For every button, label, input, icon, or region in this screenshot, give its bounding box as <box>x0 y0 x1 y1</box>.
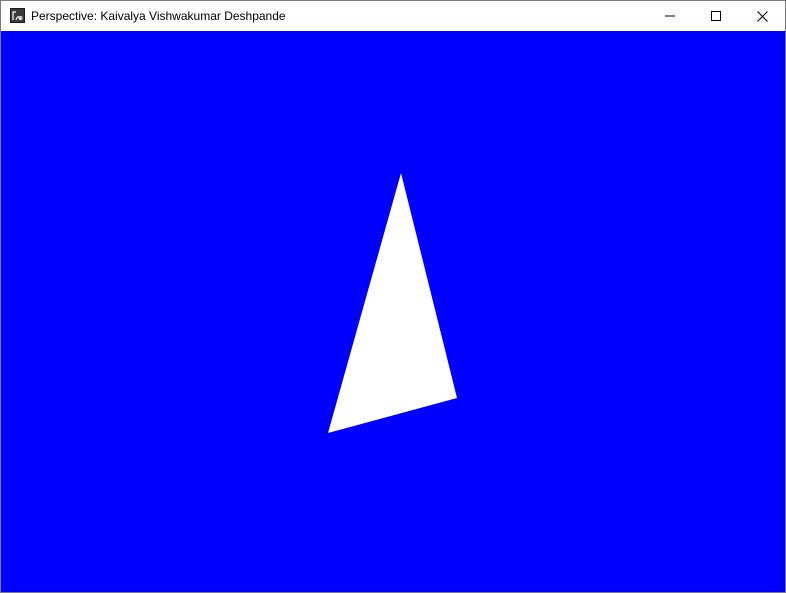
app-icon[interactable] <box>10 8 25 23</box>
window-title: Perspective: Kaivalya Vishwakumar Deshpa… <box>31 9 286 23</box>
render-canvas[interactable] <box>1 31 785 592</box>
maximize-icon <box>711 11 721 21</box>
close-icon <box>756 10 768 22</box>
close-button[interactable] <box>739 1 785 31</box>
minimize-button[interactable] <box>647 1 693 31</box>
maximize-button[interactable] <box>693 1 739 31</box>
minimize-icon <box>665 15 675 17</box>
title-bar[interactable]: Perspective: Kaivalya Vishwakumar Deshpa… <box>1 1 785 31</box>
app-window: Perspective: Kaivalya Vishwakumar Deshpa… <box>0 0 786 593</box>
